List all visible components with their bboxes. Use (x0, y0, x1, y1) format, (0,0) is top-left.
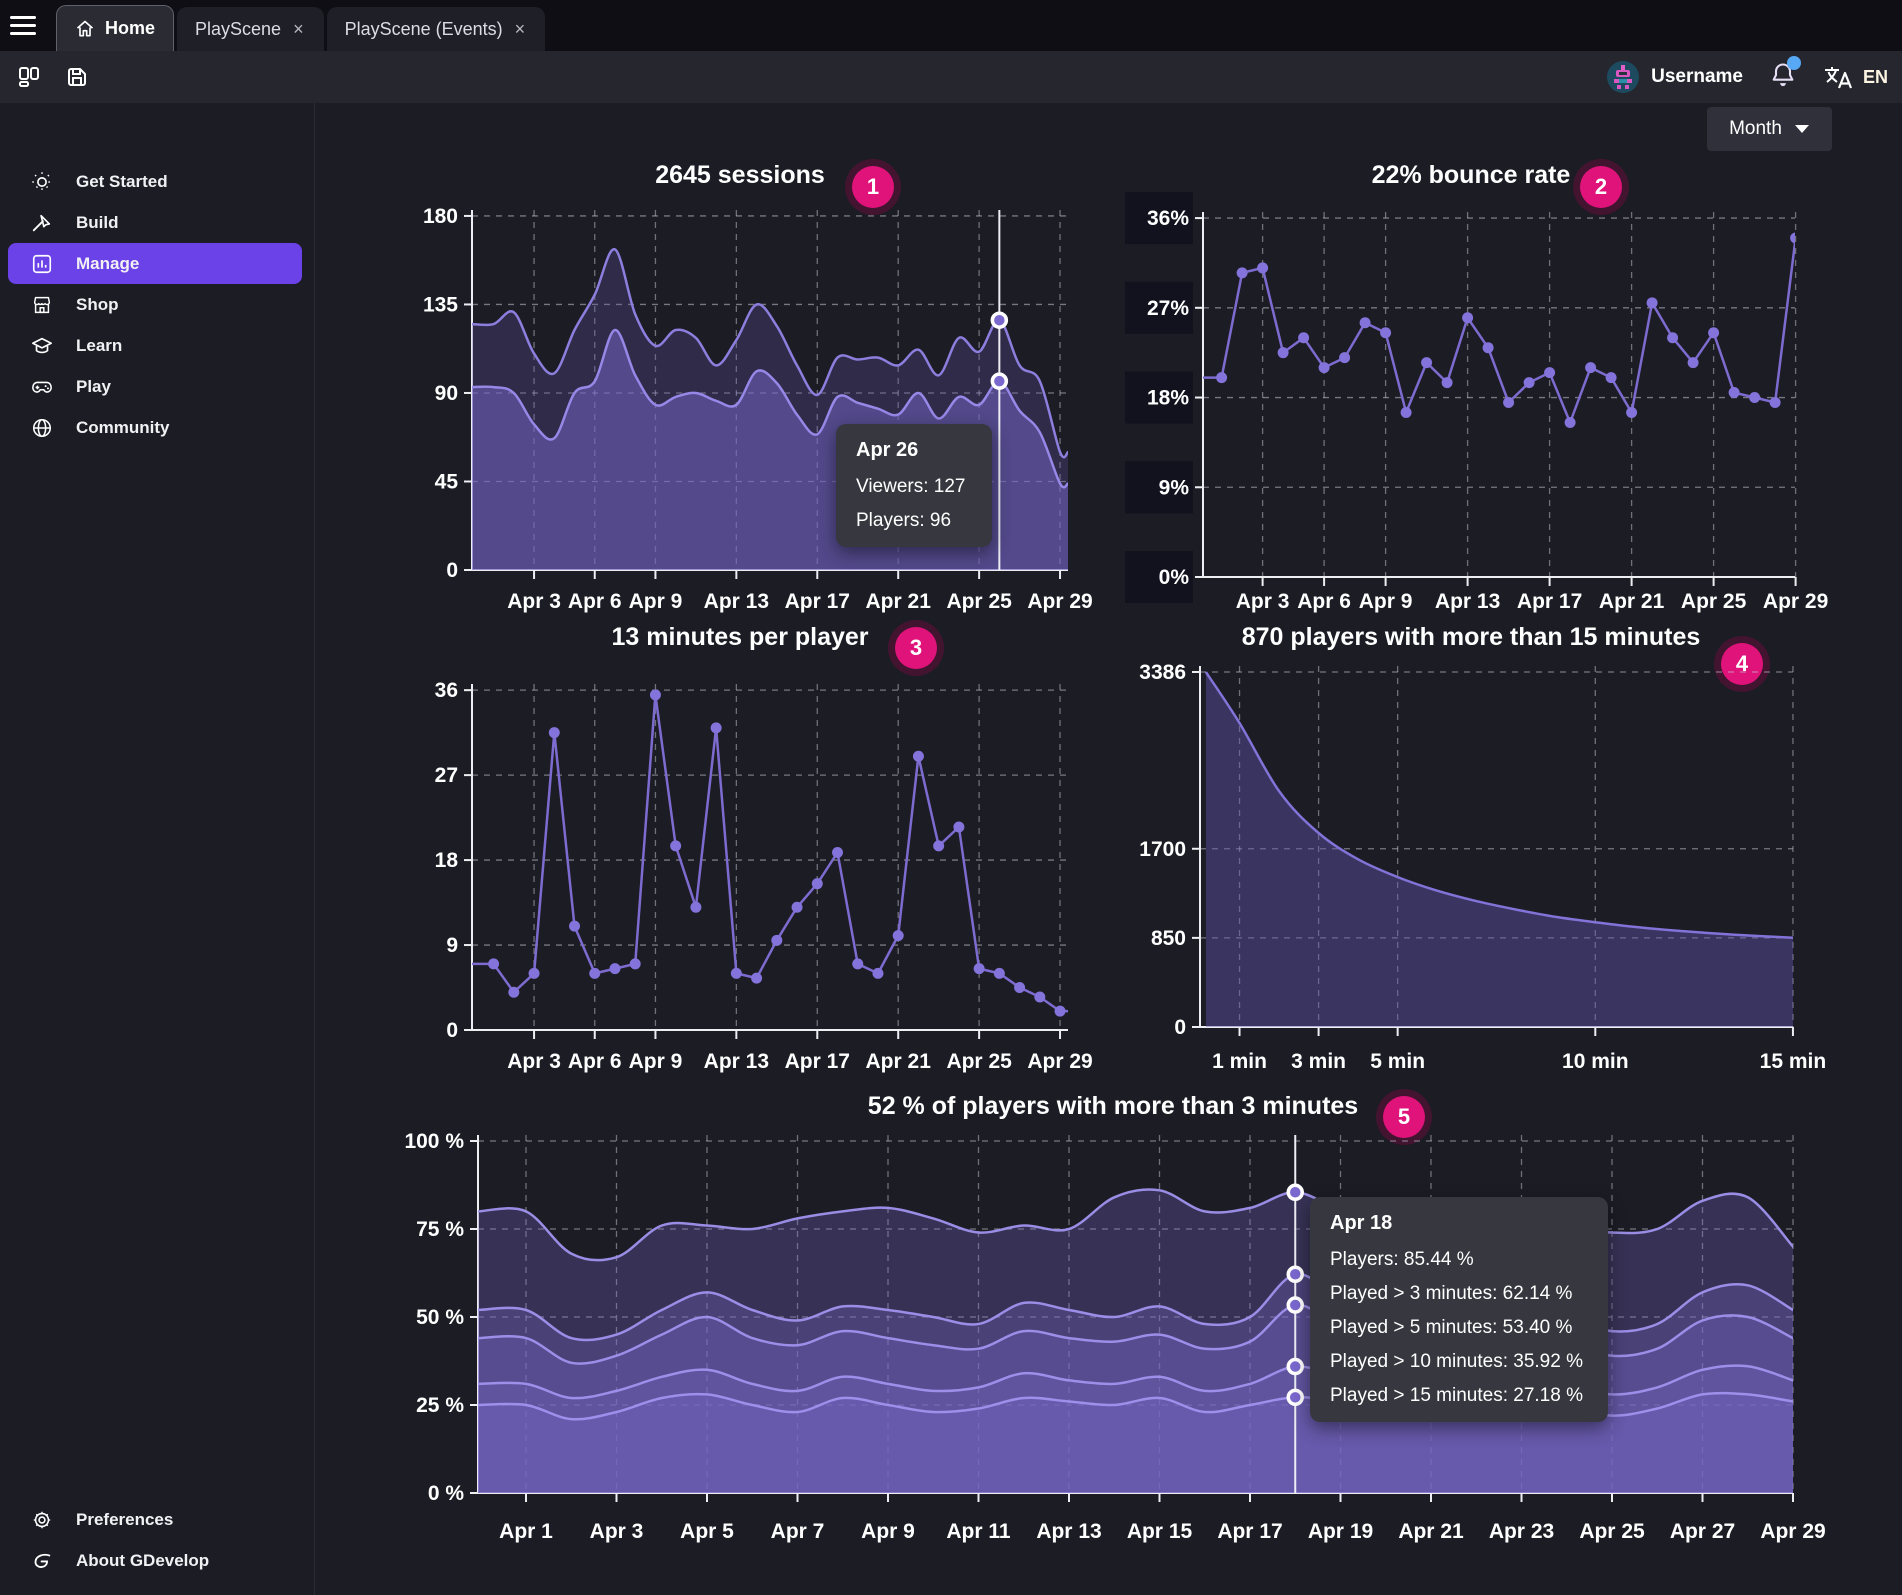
svg-text:Apr 11: Apr 11 (946, 1520, 1011, 1543)
tooltip-line: Played > 15 minutes: 27.18 % (1330, 1385, 1588, 1407)
tooltip-line: Players: 96 (856, 510, 972, 532)
svg-text:45: 45 (435, 470, 459, 493)
svg-text:10 min: 10 min (1562, 1050, 1629, 1073)
svg-text:Apr 27: Apr 27 (1670, 1520, 1735, 1543)
svg-text:Apr 7: Apr 7 (771, 1520, 825, 1543)
svg-text:Apr 3: Apr 3 (507, 1050, 561, 1073)
svg-text:Apr 3: Apr 3 (507, 590, 561, 613)
svg-text:Apr 29: Apr 29 (1760, 1520, 1825, 1543)
svg-text:Apr 9: Apr 9 (1359, 590, 1413, 613)
svg-text:1 min: 1 min (1212, 1050, 1267, 1073)
svg-text:Apr 17: Apr 17 (1517, 590, 1582, 613)
chart-tooltip-sessions: Apr 26 Viewers: 127 Players: 96 (836, 424, 992, 547)
svg-text:Apr 25: Apr 25 (946, 1050, 1012, 1073)
svg-text:Apr 21: Apr 21 (866, 590, 932, 613)
svg-text:Apr 29: Apr 29 (1027, 590, 1092, 613)
svg-text:Apr 3: Apr 3 (590, 1520, 644, 1543)
svg-text:Apr 25: Apr 25 (946, 590, 1012, 613)
svg-text:Apr 21: Apr 21 (1599, 590, 1665, 613)
svg-text:Apr 9: Apr 9 (629, 590, 683, 613)
svg-text:3 min: 3 min (1291, 1050, 1346, 1073)
svg-text:50 %: 50 % (416, 1306, 464, 1329)
svg-text:Apr 29: Apr 29 (1763, 590, 1828, 613)
svg-text:Apr 9: Apr 9 (629, 1050, 683, 1073)
svg-text:5 min: 5 min (1370, 1050, 1425, 1073)
svg-text:0 %: 0 % (428, 1482, 465, 1505)
svg-text:Apr 21: Apr 21 (866, 1050, 932, 1073)
svg-text:15 min: 15 min (1760, 1050, 1827, 1073)
svg-text:27: 27 (435, 764, 458, 787)
svg-text:9: 9 (446, 934, 458, 957)
svg-text:0: 0 (446, 559, 458, 582)
svg-text:Apr 5: Apr 5 (680, 1520, 734, 1543)
svg-text:Apr 23: Apr 23 (1489, 1520, 1554, 1543)
chart-plot-minutes-per-player[interactable] (472, 690, 1068, 1030)
svg-text:Apr 6: Apr 6 (1297, 590, 1351, 613)
tooltip-line: Players: 85.44 % (1330, 1249, 1588, 1271)
svg-text:100 %: 100 % (404, 1130, 464, 1153)
svg-text:90: 90 (435, 382, 458, 405)
svg-text:Apr 17: Apr 17 (1217, 1520, 1282, 1543)
svg-text:Apr 29: Apr 29 (1027, 1050, 1092, 1073)
tooltip-line: Played > 10 minutes: 35.92 % (1330, 1351, 1588, 1373)
svg-text:27%: 27% (1147, 297, 1189, 320)
svg-text:1700: 1700 (1139, 838, 1186, 861)
svg-text:Apr 6: Apr 6 (568, 1050, 622, 1073)
svg-text:Apr 13: Apr 13 (1036, 1520, 1101, 1543)
chart-plot-bounce-rate[interactable] (1203, 218, 1795, 577)
svg-text:Apr 21: Apr 21 (1398, 1520, 1464, 1543)
svg-text:0: 0 (1174, 1016, 1186, 1039)
svg-text:9%: 9% (1159, 476, 1190, 499)
svg-text:850: 850 (1151, 927, 1186, 950)
svg-text:36: 36 (435, 679, 458, 702)
svg-text:Apr 25: Apr 25 (1681, 590, 1747, 613)
svg-text:Apr 1: Apr 1 (499, 1520, 553, 1543)
chart-plot-session-duration[interactable] (1200, 672, 1793, 1027)
svg-text:25 %: 25 % (416, 1394, 464, 1417)
svg-text:180: 180 (423, 205, 458, 228)
svg-text:36%: 36% (1147, 207, 1189, 230)
svg-text:Apr 3: Apr 3 (1236, 590, 1290, 613)
svg-text:135: 135 (423, 293, 458, 316)
svg-text:Apr 13: Apr 13 (704, 1050, 769, 1073)
svg-text:0: 0 (446, 1019, 458, 1042)
svg-text:3386: 3386 (1139, 661, 1186, 684)
svg-text:0%: 0% (1159, 566, 1190, 589)
tooltip-line: Played > 5 minutes: 53.40 % (1330, 1317, 1588, 1339)
svg-text:75 %: 75 % (416, 1218, 464, 1241)
tooltip-date: Apr 26 (856, 439, 972, 462)
svg-text:Apr 13: Apr 13 (704, 590, 769, 613)
svg-text:Apr 13: Apr 13 (1435, 590, 1500, 613)
svg-text:Apr 17: Apr 17 (785, 1050, 850, 1073)
tooltip-line: Played > 3 minutes: 62.14 % (1330, 1283, 1588, 1305)
svg-text:18%: 18% (1147, 387, 1189, 410)
svg-text:Apr 9: Apr 9 (861, 1520, 915, 1543)
svg-text:Apr 6: Apr 6 (568, 590, 622, 613)
tooltip-line: Viewers: 127 (856, 476, 972, 498)
svg-text:Apr 25: Apr 25 (1579, 1520, 1645, 1543)
tooltip-date: Apr 18 (1330, 1212, 1588, 1235)
svg-text:Apr 19: Apr 19 (1308, 1520, 1373, 1543)
chart-tooltip-retention: Apr 18 Players: 85.44 % Played > 3 minut… (1310, 1197, 1608, 1422)
svg-text:Apr 15: Apr 15 (1127, 1520, 1193, 1543)
svg-text:Apr 17: Apr 17 (785, 590, 850, 613)
svg-text:18: 18 (435, 849, 459, 872)
